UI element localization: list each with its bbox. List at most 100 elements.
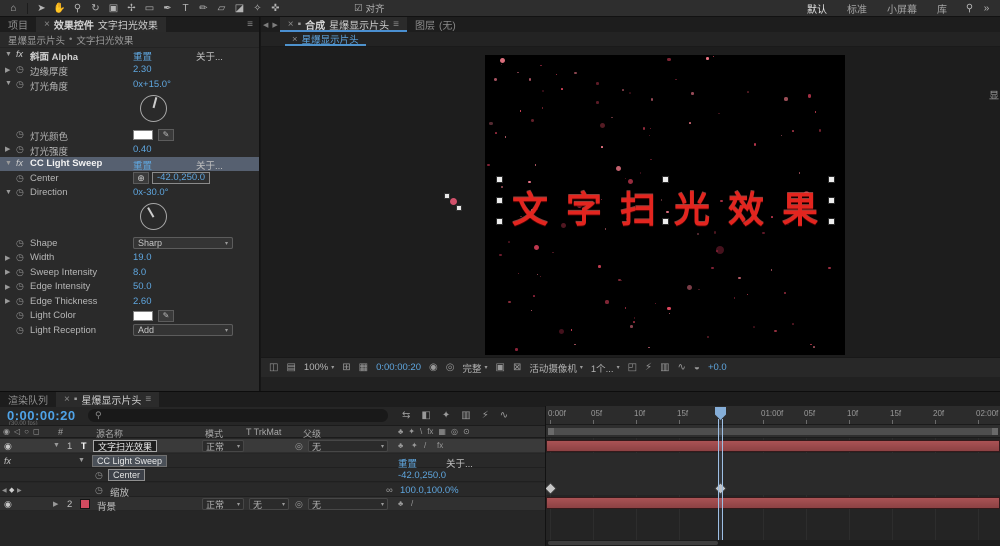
effect-property-row[interactable]: ◷ Light Color ✎	[0, 309, 259, 324]
timeline-track-area[interactable]: 0:00f 05f 10f 15f 01:00f 05f 10f 15f 20f 02:00f	[545, 406, 1000, 546]
grid-options-icon[interactable]: ⊞	[342, 362, 350, 373]
layer-switch-icon[interactable]: /	[411, 499, 413, 508]
camera-dropdown[interactable]: 活动摄像机 ▾	[529, 361, 583, 375]
mode-dropdown[interactable]: 正常 ▾	[202, 440, 244, 452]
property-row[interactable]: ◷ Center -42.0,250.0	[0, 468, 545, 482]
property-row[interactable]: ◀ ◆ ▶ ◷ 缩放 ∞ 100.0,100.0%	[0, 482, 545, 499]
timeline-button-icon[interactable]: ▥	[660, 362, 669, 373]
about-link[interactable]: 关于...	[196, 158, 223, 172]
stopwatch-icon[interactable]: ◷	[16, 64, 24, 75]
property-value[interactable]: 8.0	[133, 267, 146, 278]
property-dropdown[interactable]: Add ▾	[133, 324, 233, 336]
workspace-tab[interactable]: 小屏幕	[887, 1, 917, 16]
stopwatch-icon[interactable]: ◷	[16, 238, 24, 249]
effect-property-row[interactable]: ▶ ◷ Sweep Intensity 8.0	[0, 265, 259, 280]
tab-effect-controls[interactable]: × 效果控件 文字扫光效果	[36, 17, 166, 32]
layer-name[interactable]: 文字扫光效果	[93, 440, 158, 452]
close-icon[interactable]: ×	[44, 19, 50, 30]
stopwatch-icon[interactable]: ◷	[16, 281, 24, 292]
layer-switch-icon[interactable]: fx	[437, 441, 443, 450]
exposure-icon[interactable]: ◒	[694, 362, 700, 373]
expander-icon[interactable]: ▼	[78, 457, 85, 464]
comp-canvas[interactable]: 文字扫光效果	[485, 55, 845, 355]
flowchart-button-icon[interactable]: ∿	[678, 362, 686, 373]
camera-tool-icon[interactable]: ▣	[105, 1, 122, 16]
zoom-tool-icon[interactable]: ⚲	[69, 1, 86, 16]
effect-property-row[interactable]: ▼ ◷ 灯光角度 0x+15.0°	[0, 77, 259, 93]
workspace-tab[interactable]: 库	[937, 1, 947, 16]
about-link[interactable]: 关于...	[196, 49, 223, 63]
trkmat-dropdown[interactable]: 无 ▾	[249, 498, 289, 510]
exposure-value[interactable]: +0.0	[708, 362, 727, 373]
puppet-pin-tool-icon[interactable]: ✜	[267, 1, 284, 16]
expander-icon[interactable]: ▼	[5, 51, 12, 58]
property-value[interactable]: 2.30	[133, 64, 152, 75]
eye-icon[interactable]: ◉	[4, 499, 12, 510]
transparency-grid-icon[interactable]: ⊠	[513, 362, 521, 373]
property-value[interactable]: 50.0	[133, 281, 152, 292]
effect-property-row[interactable]: ▶ ◷ Edge Intensity 50.0	[0, 280, 259, 295]
stopwatch-icon[interactable]: ◷	[16, 310, 24, 321]
effect-property-row[interactable]: ▶ ◷ Width 19.0	[0, 251, 259, 266]
magnification-dropdown[interactable]: 100% ▾	[304, 362, 334, 373]
layer-bar[interactable]	[546, 440, 1000, 452]
parent-dropdown[interactable]: 无 ▾	[308, 440, 388, 452]
property-value[interactable]: 0x+15.0°	[133, 79, 171, 90]
viewer-tab[interactable]: × 星爆显示片头	[285, 32, 366, 47]
expander-icon[interactable]: ▼	[5, 80, 12, 87]
layer-switch-icon[interactable]: ♣	[398, 441, 403, 450]
work-area-bar[interactable]	[548, 428, 998, 435]
layer-color-chip[interactable]	[80, 499, 90, 509]
timeline-hscrollbar[interactable]	[546, 540, 1000, 546]
expander-icon[interactable]: ▶	[53, 500, 58, 508]
property-name[interactable]: Center	[108, 469, 146, 481]
expander-icon[interactable]: ▶	[5, 254, 10, 262]
parent-pickwhip-icon[interactable]: ◎	[295, 499, 303, 510]
tab-composition[interactable]: × ▪ 合成 星爆显示片头 ≡	[279, 17, 408, 32]
effect-row[interactable]: fx ▼ CC Light Sweep 重置 关于...	[0, 453, 545, 470]
stopwatch-icon[interactable]: ◷	[16, 79, 24, 90]
mode-dropdown[interactable]: 正常 ▾	[202, 498, 244, 510]
expander-icon[interactable]: ▼	[53, 442, 60, 449]
home-icon[interactable]: ⌂	[5, 1, 22, 16]
time-ruler[interactable]: 0:00f 05f 10f 15f 01:00f 05f 10f 15f 20f 02:00f	[546, 406, 1000, 425]
composition-viewer[interactable]: 文字扫光效果 显	[261, 47, 1000, 357]
stopwatch-icon[interactable]: ◷	[16, 267, 24, 278]
color-swatch[interactable]	[133, 129, 153, 140]
selection-handle[interactable]	[496, 176, 503, 183]
tab-layer[interactable]: 图层 (无)	[407, 17, 464, 32]
expander-icon[interactable]: ▶	[5, 66, 10, 74]
eye-icon[interactable]: ◉	[4, 441, 12, 452]
stopwatch-icon[interactable]: ◷	[16, 173, 24, 184]
orbit-camera-tool-icon[interactable]: ↻	[87, 1, 104, 16]
expander-icon[interactable]: ▶	[5, 297, 10, 305]
tab-project[interactable]: 项目	[0, 17, 36, 32]
view-layout-dropdown[interactable]: 1个... ▾	[591, 361, 620, 375]
property-value[interactable]: 2.60	[133, 296, 152, 307]
layer-switch-icon[interactable]: ✦	[411, 441, 418, 450]
effect-property-row[interactable]: ▶ ◷ 灯光强度 0.40	[0, 142, 259, 158]
add-keyframe-icon[interactable]: ◆	[9, 486, 14, 494]
property-value[interactable]: 0x-30.0°	[133, 187, 169, 198]
layer-name[interactable]: 背景	[97, 499, 116, 513]
roto-brush-tool-icon[interactable]: ✧	[249, 1, 266, 16]
stopwatch-icon[interactable]: ◷	[95, 470, 103, 481]
resolution-dropdown[interactable]: 完整 ▾	[462, 361, 487, 375]
selection-tool-icon[interactable]: ➤	[33, 1, 50, 16]
toolbar-overflow-icon[interactable]: »	[978, 1, 995, 16]
snap-checkbox-icon[interactable]: ☑	[354, 3, 363, 14]
shape-tool-icon[interactable]: ▭	[141, 1, 158, 16]
property-value[interactable]: -42.0,250.0	[152, 171, 211, 184]
expander-icon[interactable]: ▼	[5, 160, 12, 167]
region-of-interest-icon[interactable]: ▣	[495, 362, 504, 373]
selection-handle[interactable]	[662, 176, 669, 183]
expander-icon[interactable]: ▶	[5, 283, 10, 291]
workspace-tab[interactable]: 标准	[847, 1, 867, 16]
point-crosshair-icon[interactable]: ⊕	[133, 172, 149, 184]
stopwatch-icon[interactable]: ◷	[16, 144, 24, 155]
hand-tool-icon[interactable]: ✋	[51, 1, 68, 16]
effect-property-row[interactable]: ◷ Center ⊕ -42.0,250.0	[0, 171, 259, 186]
effect-property-row[interactable]: ▶ ◷ Edge Thickness 2.60	[0, 294, 259, 309]
effect-property-row[interactable]: ◷ 灯光颜色 ✎	[0, 128, 259, 143]
eraser-tool-icon[interactable]: ◪	[231, 1, 248, 16]
